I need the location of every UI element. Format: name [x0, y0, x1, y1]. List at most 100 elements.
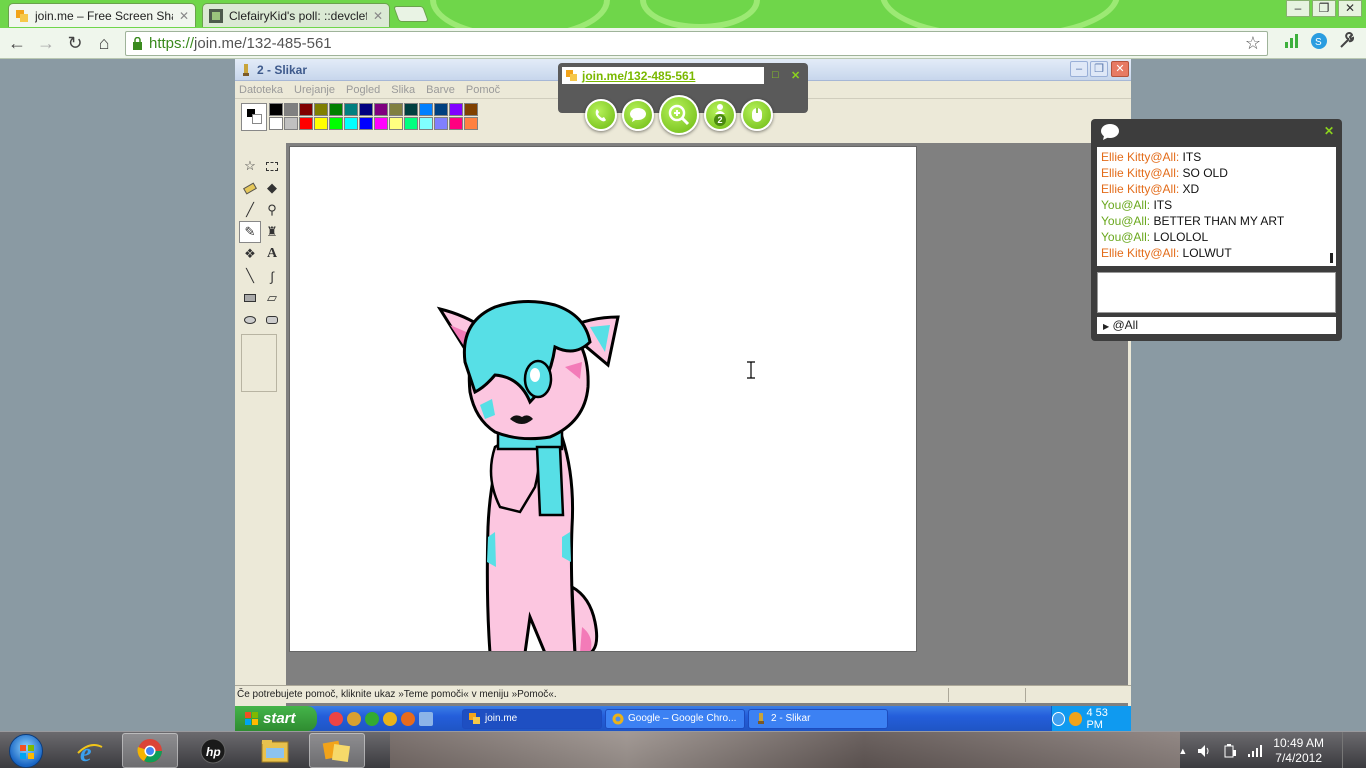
- color-swatch[interactable]: [359, 117, 373, 130]
- paint-minimize-icon[interactable]: –: [1070, 61, 1088, 77]
- line-tool[interactable]: ╲: [239, 265, 261, 287]
- drawing-canvas[interactable]: [289, 146, 917, 652]
- show-desktop-button[interactable]: [1342, 732, 1356, 768]
- eraser-tool[interactable]: [239, 177, 261, 199]
- color-picker-tool[interactable]: ╱: [239, 199, 261, 221]
- color-swatch[interactable]: [464, 117, 478, 130]
- color-swatch[interactable]: [314, 103, 328, 116]
- color-swatch[interactable]: [434, 103, 448, 116]
- menu-pogled[interactable]: Pogled: [346, 84, 380, 96]
- start-button[interactable]: [9, 734, 43, 768]
- color-swatch[interactable]: [404, 117, 418, 130]
- desktop-icon[interactable]: [419, 711, 433, 726]
- skype-extension-icon[interactable]: S: [1310, 32, 1328, 50]
- rectangle-tool[interactable]: [239, 287, 261, 309]
- color-swatch[interactable]: [344, 103, 358, 116]
- text-tool[interactable]: A: [261, 243, 283, 265]
- power-icon[interactable]: [1223, 743, 1237, 758]
- joinme-close-icon[interactable]: ✕: [791, 69, 800, 82]
- hp-pinned[interactable]: hp: [185, 733, 241, 768]
- bookmark-star-icon[interactable]: ☆: [1245, 33, 1261, 54]
- forward-icon[interactable]: →: [34, 31, 58, 55]
- task-chrome[interactable]: Google – Google Chro...: [605, 708, 745, 729]
- new-tab-button[interactable]: [393, 6, 429, 22]
- menu-datoteka[interactable]: Datoteka: [239, 84, 283, 96]
- chrome-pinned[interactable]: [122, 733, 178, 768]
- color-swatch[interactable]: [284, 117, 298, 130]
- close-tab-icon[interactable]: ✕: [179, 9, 189, 23]
- tool-options-box[interactable]: [241, 334, 277, 392]
- show-hidden-icons-icon[interactable]: ▲: [1178, 746, 1187, 756]
- rounded-rect-tool[interactable]: [261, 309, 283, 331]
- color-swatch[interactable]: [269, 103, 283, 116]
- color-swatch[interactable]: [344, 117, 358, 130]
- color-swatch[interactable]: [389, 103, 403, 116]
- network-icon[interactable]: [1247, 744, 1263, 758]
- color-swatch[interactable]: [419, 103, 433, 116]
- joinme-url[interactable]: join.me/132-485-561: [582, 69, 695, 83]
- color-swatch[interactable]: [299, 117, 313, 130]
- color-swatch[interactable]: [299, 103, 313, 116]
- color-swatch[interactable]: [269, 117, 283, 130]
- explorer-icon[interactable]: [347, 711, 361, 726]
- ie-pinned[interactable]: e: [62, 733, 118, 768]
- ellipse-tool[interactable]: [239, 309, 261, 331]
- paint-close-icon[interactable]: ✕: [1111, 61, 1129, 77]
- color-swatch[interactable]: [284, 103, 298, 116]
- volume-icon[interactable]: [1197, 744, 1213, 758]
- color-swatch[interactable]: [449, 117, 463, 130]
- task-paint[interactable]: 2 - Slikar: [748, 708, 888, 729]
- color-swatch[interactable]: [389, 117, 403, 130]
- tray-icon[interactable]: [1069, 711, 1083, 726]
- color-swatch[interactable]: [449, 103, 463, 116]
- chat-button[interactable]: [622, 99, 654, 131]
- menu-pomoc[interactable]: Pomoč: [466, 84, 500, 96]
- joinme-url-box[interactable]: join.me/132-485-561: [562, 67, 764, 84]
- participants-button[interactable]: 2: [704, 99, 736, 131]
- menu-slika[interactable]: Slika: [391, 84, 415, 96]
- chat-recipient-selector[interactable]: ▶ @All: [1097, 317, 1336, 334]
- zoom-button[interactable]: [659, 95, 699, 135]
- color-swatch[interactable]: [314, 117, 328, 130]
- free-select-tool[interactable]: ☆: [239, 155, 261, 177]
- maximize-icon[interactable]: ❐: [1312, 0, 1336, 17]
- utorrent-icon[interactable]: [365, 711, 379, 726]
- chat-close-icon[interactable]: ✕: [1324, 124, 1334, 138]
- address-bar[interactable]: https:// join.me/132-485-561 ☆: [125, 31, 1268, 56]
- mouse-control-button[interactable]: [741, 99, 773, 131]
- color-swatch[interactable]: [329, 103, 343, 116]
- back-icon[interactable]: ←: [5, 31, 29, 55]
- color-swatch[interactable]: [419, 117, 433, 130]
- stats-extension-icon[interactable]: [1284, 33, 1300, 49]
- pencil-tool[interactable]: ✎: [239, 221, 261, 243]
- color-swatch[interactable]: [329, 117, 343, 130]
- home-icon[interactable]: ⌂: [92, 31, 116, 55]
- remote-start-button[interactable]: start: [235, 706, 317, 731]
- joinme-maximize-icon[interactable]: □: [772, 69, 779, 81]
- phone-button[interactable]: [585, 99, 617, 131]
- tray-icon[interactable]: [1052, 711, 1066, 726]
- opera-icon[interactable]: [329, 711, 343, 726]
- task-joinme[interactable]: join.me: [462, 708, 602, 729]
- menu-barve[interactable]: Barve: [426, 84, 455, 96]
- paint-maximize-icon[interactable]: ❐: [1090, 61, 1108, 77]
- menu-urejanje[interactable]: Urejanje: [294, 84, 335, 96]
- polygon-tool[interactable]: ▱: [261, 287, 283, 309]
- color-swatch[interactable]: [359, 103, 373, 116]
- reload-icon[interactable]: ↻: [63, 31, 87, 55]
- wrench-icon[interactable]: [1338, 32, 1356, 50]
- color-swatch[interactable]: [434, 117, 448, 130]
- chrome-icon[interactable]: [383, 711, 397, 726]
- chat-input[interactable]: [1097, 272, 1336, 313]
- color-swatch[interactable]: [464, 103, 478, 116]
- color-swatch[interactable]: [404, 103, 418, 116]
- close-tab-icon[interactable]: ✕: [373, 9, 383, 23]
- joinme-pinned[interactable]: [309, 733, 365, 768]
- chat-scrollbar[interactable]: [1330, 253, 1333, 263]
- brush-tool[interactable]: ♜: [261, 221, 283, 243]
- fill-tool[interactable]: ◆: [261, 177, 283, 199]
- close-icon[interactable]: ✕: [1338, 0, 1362, 17]
- tab-joinme[interactable]: join.me – Free Screen Shari ✕: [8, 3, 196, 27]
- clock[interactable]: 10:49 AM 7/4/2012: [1273, 736, 1324, 766]
- firefox-icon[interactable]: [401, 711, 415, 726]
